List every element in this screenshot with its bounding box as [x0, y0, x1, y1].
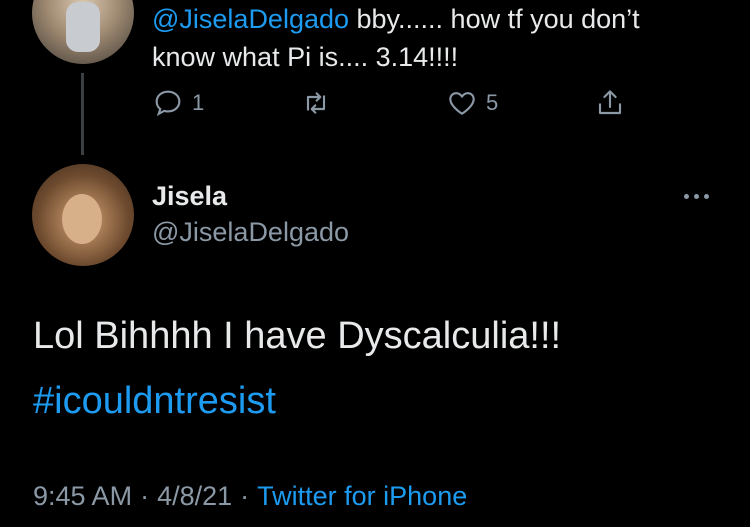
reply-avatar[interactable]	[32, 0, 134, 64]
comment-icon	[155, 90, 181, 117]
tweet-date[interactable]: 4/8/21	[157, 481, 232, 512]
meta-separator-2: ·	[240, 481, 250, 511]
author-handle[interactable]: @JiselaDelgado	[152, 217, 349, 248]
retweet-icon	[306, 92, 326, 114]
share-icon	[598, 90, 622, 115]
like-count: 5	[486, 90, 499, 115]
tweet-time[interactable]: 9:45 AM	[33, 481, 132, 512]
reply-text-line2: know what Pi is.... 3.14!!!!	[152, 42, 459, 72]
reply-text: @JiselaDelgado bby...... how tf you don’…	[152, 0, 742, 76]
tweet-meta: 9:45 AM · 4/8/21 · Twitter for iPhone	[33, 481, 467, 512]
heart-icon	[449, 92, 475, 115]
tweet-source-link[interactable]: Twitter for iPhone	[257, 481, 467, 512]
reply-count: 1	[192, 90, 205, 115]
author-display-name[interactable]: Jisela	[152, 181, 227, 212]
reply-text-line1: bby...... how tf you don’t	[349, 4, 640, 34]
more-options-button[interactable]	[684, 185, 716, 207]
hashtag-link[interactable]: #icouldntresist	[33, 380, 276, 423]
more-dots-icon	[684, 193, 709, 199]
thread-connector	[81, 73, 84, 155]
like-button[interactable]: 5	[446, 87, 498, 119]
share-button[interactable]	[594, 87, 626, 119]
reply-mention-link[interactable]: @JiselaDelgado	[152, 4, 349, 34]
author-avatar[interactable]	[32, 164, 134, 266]
meta-separator: ·	[140, 481, 150, 511]
reply-button[interactable]: 1	[152, 87, 204, 119]
retweet-button[interactable]	[300, 87, 340, 119]
tweet-body: Lol Bihhhh I have Dyscalculia!!!	[33, 315, 562, 357]
